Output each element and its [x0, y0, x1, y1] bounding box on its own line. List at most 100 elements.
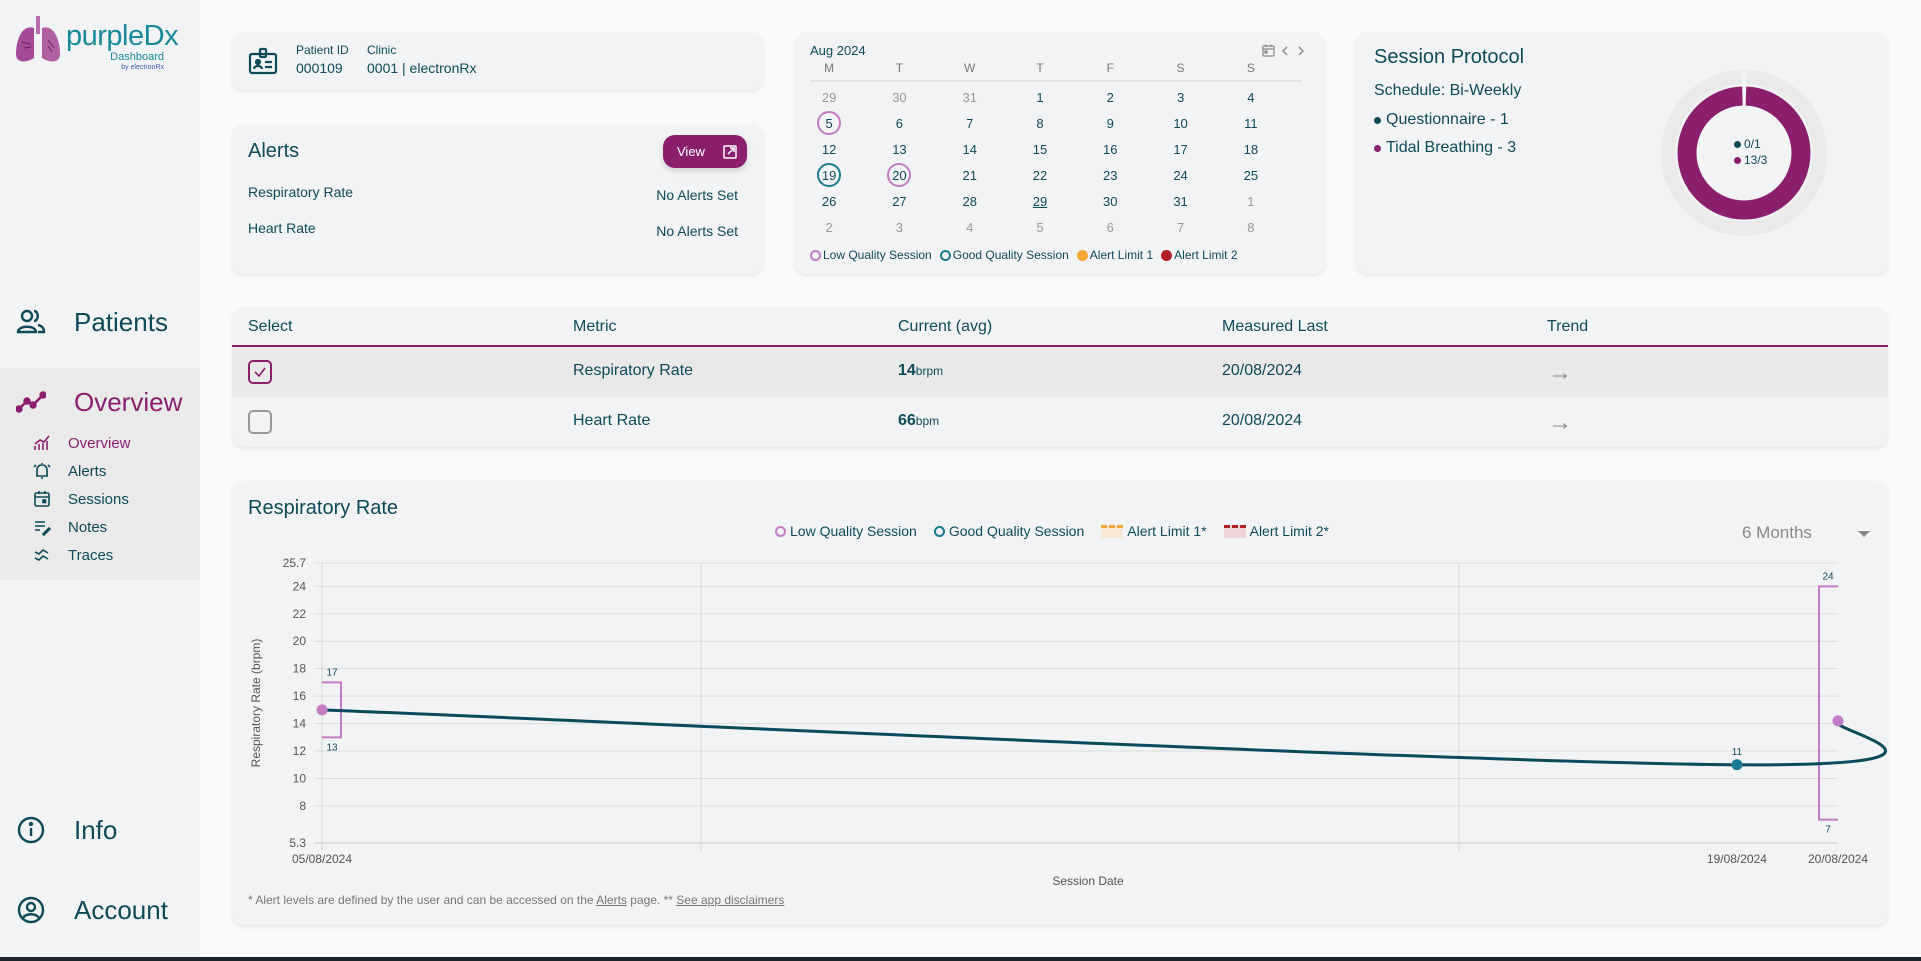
chart-footnote: * Alert levels are defined by the user a…	[248, 893, 784, 907]
y-tick-label: 18	[293, 662, 307, 676]
value-unit: brpm	[915, 364, 944, 378]
day-number: 21	[962, 167, 977, 183]
day-number: 23	[1103, 167, 1118, 183]
legend-label: Alert Limit 2	[1174, 248, 1238, 262]
day-number: 13	[892, 141, 907, 157]
nav-patients[interactable]: Patients	[0, 300, 200, 344]
day-number: 30	[1103, 193, 1118, 209]
alert-row: Respiratory Rate No Alerts Set	[248, 184, 738, 203]
row-checkbox[interactable]	[248, 410, 272, 434]
day-number: 17	[1173, 141, 1188, 157]
day-number: 31	[1173, 193, 1188, 209]
day-number: 4	[966, 219, 974, 235]
measured-date: 20/08/2024	[1222, 362, 1303, 379]
y-tick-label: 10	[293, 771, 307, 785]
protocol-item-questionnaire: Questionnaire - 1	[1374, 111, 1509, 129]
x-axis-label: Session Date	[1052, 874, 1124, 888]
table-header: Select Metric Current (avg) Measured Las…	[232, 307, 1888, 347]
subnav-label: Overview	[68, 434, 131, 452]
day-number: 6	[1106, 219, 1114, 235]
disclaimers-link[interactable]: See app disclaimers	[676, 893, 784, 907]
calendar-day[interactable]: 18	[1200, 136, 1302, 162]
footnote-text: page. **	[626, 893, 677, 907]
y-tick-label: 8	[299, 799, 306, 813]
range-bracket	[1818, 585, 1838, 821]
data-point	[316, 704, 328, 716]
info-icon	[17, 816, 45, 844]
trend-arrow-icon: →	[1548, 359, 1572, 386]
brand-subtitle: Dashboard	[110, 51, 164, 63]
alerts-page-link[interactable]: Alerts	[596, 893, 627, 907]
y-tick-label: 5.3	[289, 836, 306, 850]
protocol-item-label: Questionnaire - 1	[1386, 111, 1509, 128]
day-number: 7	[1176, 219, 1185, 235]
data-point-label: 11	[1732, 747, 1743, 758]
row-checkbox[interactable]	[248, 360, 272, 384]
legend-label: Low Quality Session	[823, 248, 932, 262]
sidebar: purpleDx Dashboard by electronRx Patient…	[0, 0, 200, 957]
subnav-sessions[interactable]: Sessions	[0, 486, 200, 512]
range-min-label: 7	[1825, 825, 1831, 836]
day-number: 5	[817, 111, 842, 135]
waves-icon	[34, 548, 49, 561]
app-logo[interactable]: purpleDx Dashboard by electronRx	[14, 14, 194, 74]
calendar-icon	[34, 491, 50, 507]
nav-overview[interactable]: Overview	[0, 380, 200, 424]
respiratory-rate-chart-card: Respiratory Rate Low Quality Session Goo…	[232, 481, 1888, 925]
col-header-measured: Measured Last	[1222, 318, 1328, 335]
patient-id-label: Patient ID	[296, 43, 349, 57]
subnav-label: Traces	[68, 546, 114, 564]
day-number: 2	[825, 219, 833, 235]
day-number: 29	[1032, 193, 1048, 209]
low-quality-ring-icon	[810, 249, 821, 261]
calendar-day[interactable]: 25	[1200, 162, 1302, 188]
calendar-day[interactable]: 1	[1200, 188, 1302, 214]
range-min-label: 13	[326, 742, 338, 753]
donut-label-questionnaire: 0/1	[1734, 136, 1767, 152]
calendar-month-title: Aug 2024	[810, 43, 866, 58]
legend-low-quality: Low Quality Session	[810, 248, 932, 262]
day-number: 12	[821, 141, 837, 157]
calendar-picker-icon[interactable]	[1262, 44, 1275, 57]
clinic-label: Clinic	[367, 43, 397, 57]
metrics-table: Select Metric Current (avg) Measured Las…	[232, 307, 1888, 447]
view-alerts-button[interactable]: View	[663, 135, 747, 168]
trend-arrow-icon: →	[1548, 409, 1572, 436]
subnav-alerts[interactable]: Alerts	[0, 458, 200, 484]
nav-overview-label: Overview	[74, 386, 183, 417]
metric-name: Respiratory Rate	[573, 362, 694, 379]
col-header-trend: Trend	[1547, 318, 1589, 335]
nav-info[interactable]: Info	[0, 808, 200, 852]
day-number: 3	[1176, 89, 1185, 105]
subnav-notes[interactable]: Notes	[0, 514, 200, 540]
value-number: 66	[898, 412, 916, 429]
prev-month-icon[interactable]	[1279, 45, 1291, 57]
alerts-card: Alerts View Respiratory Rate No Alerts S…	[232, 124, 763, 274]
next-month-icon[interactable]	[1295, 45, 1307, 57]
table-row[interactable]: Respiratory Rate 14brpm 20/08/2024 →	[232, 347, 1888, 397]
col-header-select: Select	[248, 318, 293, 335]
clinic-field: Clinic 0001 | electronRx	[367, 43, 476, 76]
calendar-legend: Low Quality Session Good Quality Session…	[810, 248, 1238, 262]
nav-account[interactable]: Account	[0, 888, 200, 932]
day-number: 30	[892, 89, 907, 105]
subnav-traces[interactable]: Traces	[0, 542, 200, 568]
value-number: 14	[898, 362, 916, 379]
calendar-day[interactable]: 4	[1200, 84, 1302, 110]
calendar-card: Aug 2024 MTWTFSS 29 30 31 1 2 3 4 5 6 7 8 9 10 11 12 13…	[795, 32, 1325, 274]
day-number: 22	[1032, 167, 1048, 183]
metric-value: 14brpm	[898, 362, 943, 380]
calendar-day[interactable]: 11	[1200, 110, 1302, 136]
day-number: 9	[1106, 115, 1114, 131]
calendar-day[interactable]: 8	[1200, 214, 1302, 240]
subnav-overview[interactable]: Overview	[0, 430, 200, 456]
notes-edit-icon	[35, 521, 51, 536]
col-header-current: Current (avg)	[898, 318, 993, 335]
alert-value: No Alerts Set	[656, 223, 738, 239]
day-number: 10	[1173, 115, 1188, 131]
table-row[interactable]: Heart Rate 66bpm 20/08/2024 →	[232, 397, 1888, 447]
lungs-icon	[16, 16, 60, 62]
patient-id-field: Patient ID 000109	[296, 43, 349, 76]
protocol-item-label: Tidal Breathing - 3	[1386, 139, 1517, 156]
brand-name: purpleDx	[66, 20, 179, 52]
